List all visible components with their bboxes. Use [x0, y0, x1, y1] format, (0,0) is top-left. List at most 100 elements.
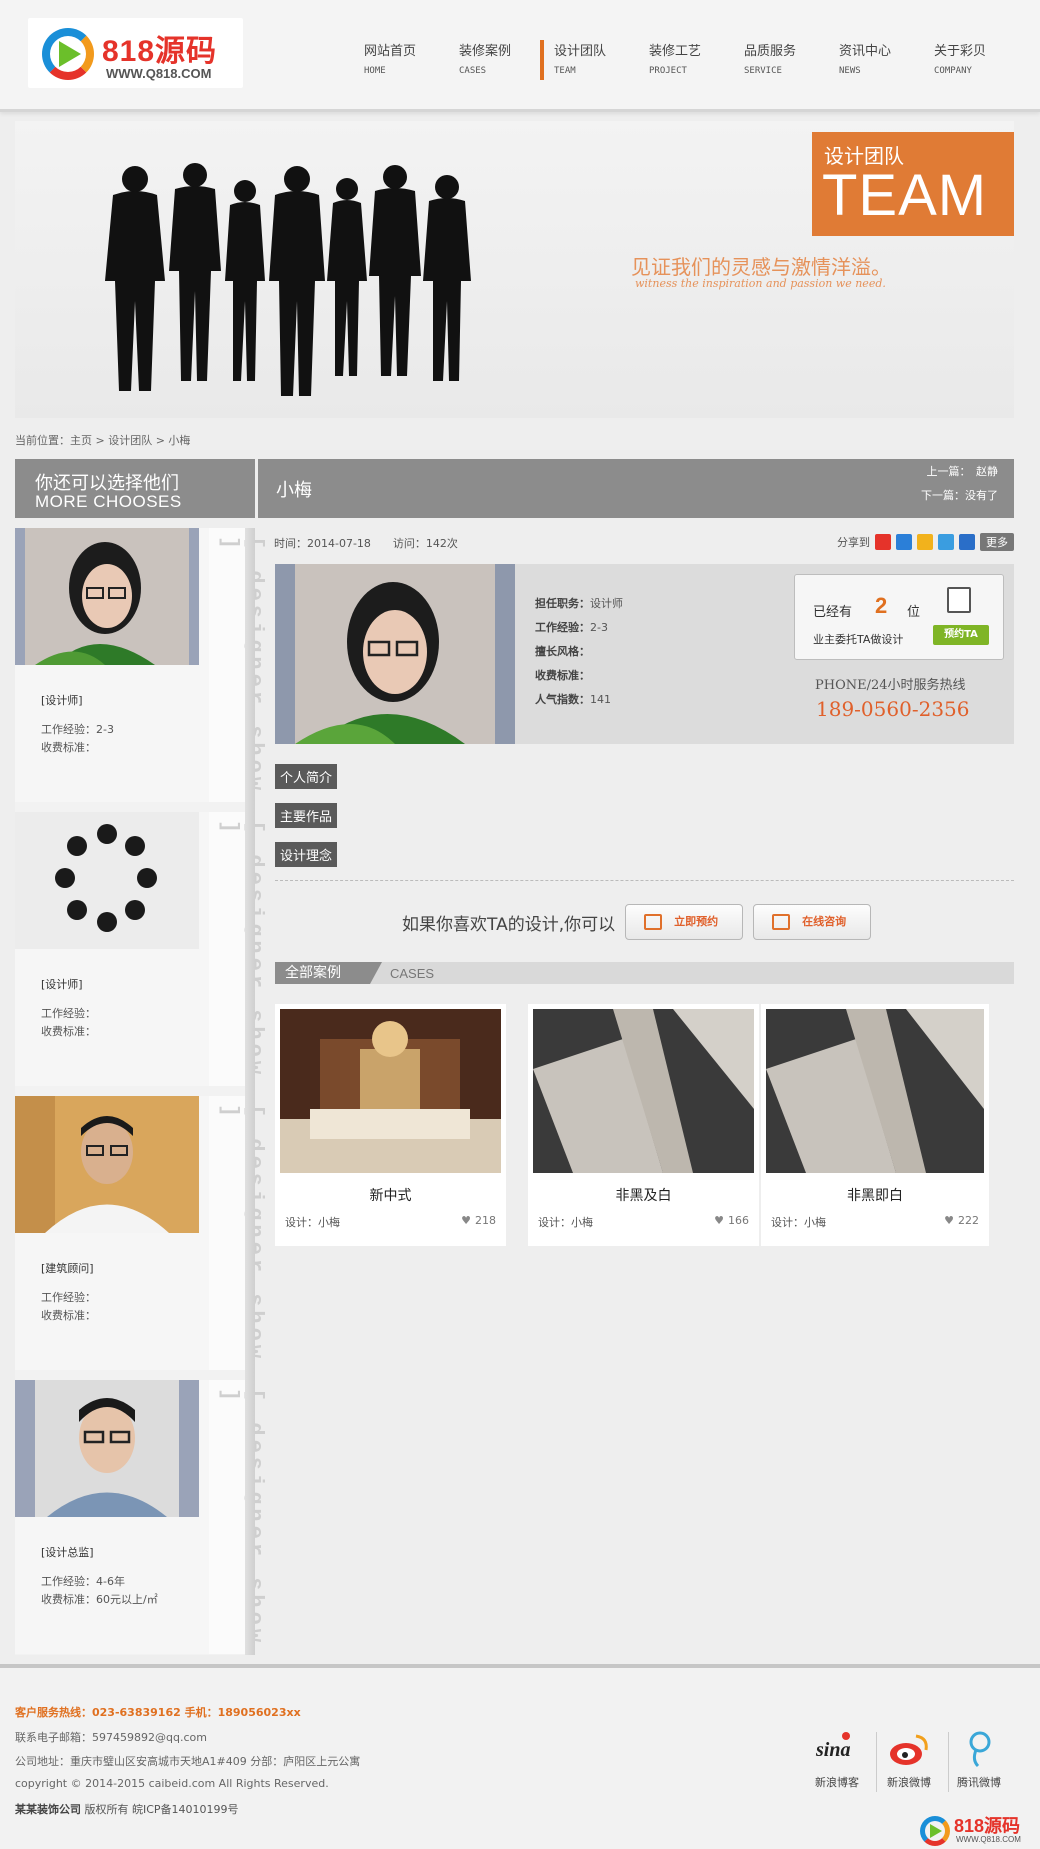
- case-title[interactable]: 非黑及白: [528, 1185, 759, 1205]
- cases-label: 全部案例: [275, 962, 382, 984]
- svg-text:sina: sina: [815, 1739, 850, 1761]
- sidebar-title-en: MORE CHOOSES: [35, 492, 182, 511]
- designer-list: [ designer show ] [设计师] 工作经验：2-3 收费标准： […: [15, 528, 267, 1655]
- designer-fee: 收费标准：: [41, 1025, 96, 1038]
- designer-show-label: [ designer show ]: [209, 1096, 267, 1370]
- case-likes[interactable]: ♥ 222: [944, 1214, 979, 1227]
- designer-role: [设计总监]: [41, 1546, 94, 1559]
- weibo-icon: [890, 1734, 928, 1765]
- tab-introduction[interactable]: 个人简介: [275, 764, 338, 789]
- case-card[interactable]: 新中式 设计：小梅 ♥ 218: [275, 1004, 506, 1246]
- nav-cases[interactable]: 装修案例 CASES: [455, 40, 550, 80]
- case-image[interactable]: [280, 1009, 501, 1173]
- case-designer: 设计：小梅: [285, 1216, 340, 1229]
- share-qq-icon[interactable]: [896, 534, 912, 550]
- designer-role: [建筑顾问]: [41, 1262, 94, 1275]
- case-likes[interactable]: ♥ 218: [461, 1214, 496, 1227]
- nav-company[interactable]: 关于彩贝 COMPANY: [930, 40, 1025, 80]
- share-weibo-icon[interactable]: [875, 534, 891, 550]
- footer-logo: 818源码 WWW.Q818.COM: [918, 1810, 1038, 1849]
- nav-project-en: PROJECT: [649, 66, 687, 76]
- case-card[interactable]: 非黑及白 设计：小梅 ♥ 166: [528, 1004, 759, 1246]
- footer-logo-url: WWW.Q818.COM: [956, 1835, 1021, 1844]
- heart-icon: ♥: [714, 1214, 724, 1227]
- site-footer: 客户服务热线：023-63839162 手机：189056023xx 联系电子邮…: [0, 1664, 1040, 1849]
- logo-play-icon: [59, 41, 81, 67]
- nav-home[interactable]: 网站首页 HOME: [360, 40, 455, 80]
- logo-text: 818源码: [102, 35, 218, 68]
- next-link[interactable]: 下一篇：没有了: [921, 487, 998, 503]
- designer-card[interactable]: [ designer show ] [设计师] 工作经验：2-3 收费标准：: [15, 528, 267, 802]
- tab-philosophy[interactable]: 设计理念: [275, 842, 338, 867]
- nav-home-label: 网站首页: [364, 44, 417, 59]
- sidebar-divider: [245, 528, 255, 1655]
- share-qzone-icon[interactable]: [917, 534, 933, 550]
- team-silhouettes-image: [105, 163, 471, 396]
- field-position: 担任职务：设计师: [535, 597, 623, 610]
- online-consult-button[interactable]: 在线咨询: [753, 904, 872, 940]
- nav-team-label: 设计团队: [554, 44, 607, 59]
- book-now-button[interactable]: 立即预约: [625, 904, 744, 940]
- heart-icon: ♥: [461, 1214, 471, 1227]
- designer-photo[interactable]: [15, 1096, 199, 1233]
- designer-main-photo: [275, 564, 515, 744]
- entrust-unit: 位: [907, 605, 921, 620]
- case-card[interactable]: 非黑即白 设计：小梅 ♥ 222: [761, 1004, 989, 1246]
- nav-cases-label: 装修案例: [459, 44, 512, 59]
- share-bar: 分享到 更多: [837, 533, 1014, 551]
- profile-tabs: 个人简介 主要作品 设计理念: [275, 764, 338, 881]
- designer-role: [设计师]: [41, 694, 83, 707]
- book-designer-button[interactable]: 预约TA: [933, 625, 989, 645]
- footer-company: 某某装饰公司: [15, 1803, 81, 1816]
- designer-profile: 担任职务：设计师 工作经验：2-3 擅长风格： 收费标准： 人气指数：141 已…: [275, 564, 1014, 744]
- designer-show-label: [ designer show ]: [209, 528, 267, 802]
- designer-experience: 工作经验：: [41, 1007, 96, 1020]
- designer-experience: 工作经验：2-3: [41, 723, 114, 736]
- designer-photo[interactable]: [15, 812, 199, 949]
- breadcrumb[interactable]: 当前位置：主页 > 设计团队 > 小梅: [15, 432, 190, 448]
- footer-email: 联系电子邮箱：597459892@qq.com: [15, 1731, 207, 1744]
- tab-works[interactable]: 主要作品: [275, 803, 338, 828]
- designer-card[interactable]: [ designer show ] [设计总监] 工作经验：4-6年 收费标准：…: [15, 1380, 267, 1654]
- designer-fee: 收费标准：: [41, 1309, 96, 1322]
- share-more-button[interactable]: 更多: [980, 533, 1014, 551]
- sina-weibo-link[interactable]: 新浪微博: [878, 1728, 940, 1790]
- nav-team[interactable]: 设计团队 TEAM: [540, 40, 645, 80]
- site-logo[interactable]: 818源码 WWW.Q818.COM: [28, 18, 243, 88]
- prev-link[interactable]: 上一篇： 赵静: [927, 463, 999, 479]
- nav-news-en: NEWS: [839, 66, 861, 76]
- field-experience: 工作经验：2-3: [535, 621, 608, 634]
- case-title[interactable]: 非黑即白: [761, 1185, 989, 1205]
- cta-text: 如果你喜欢TA的设计,你可以: [402, 914, 616, 935]
- designer-show-label: [ designer show ]: [209, 1380, 267, 1654]
- banner-slogan: 见证我们的灵感与激情洋溢。: [631, 255, 891, 279]
- footer-address: 公司地址：重庆市璧山区安高城市天地A1#409 分部：庐阳区上元公寓: [15, 1755, 361, 1768]
- nav-news-label: 资讯中心: [839, 44, 892, 59]
- designer-fields: 担任职务：设计师 工作经验：2-3 擅长风格： 收费标准： 人气指数：141: [535, 592, 623, 712]
- share-tencent-icon[interactable]: [938, 534, 954, 550]
- nav-home-en: HOME: [364, 66, 386, 76]
- footer-hotline: 客户服务热线：023-63839162 手机：189056023xx: [15, 1706, 301, 1719]
- share-renren-icon[interactable]: [959, 534, 975, 550]
- footer-logo-play-icon: [930, 1824, 942, 1838]
- sina-blog-link[interactable]: sina 新浪博客: [806, 1728, 868, 1790]
- case-image[interactable]: [766, 1009, 984, 1173]
- designer-photo[interactable]: [15, 528, 199, 665]
- designer-card[interactable]: [ designer show ] [设计师] 工作经验： 收费标准：: [15, 812, 267, 1086]
- main-nav: 网站首页 HOME 装修案例 CASES 设计团队 TEAM 装修工艺 PROJECT …: [360, 40, 1025, 80]
- designer-card[interactable]: [ designer show ] [建筑顾问] 工作经验： 收费标准：: [15, 1096, 267, 1370]
- designer-show-label: [ designer show ]: [209, 812, 267, 1086]
- designer-photo[interactable]: [15, 1380, 199, 1517]
- case-image[interactable]: [533, 1009, 754, 1173]
- nav-company-label: 关于彩贝: [934, 44, 987, 59]
- nav-project[interactable]: 装修工艺 PROJECT: [645, 40, 740, 80]
- nav-news[interactable]: 资讯中心 NEWS: [835, 40, 930, 80]
- sina-blog-icon: sina: [815, 1732, 850, 1761]
- designer-experience: 工作经验：: [41, 1291, 96, 1304]
- nav-service[interactable]: 品质服务 SERVICE: [740, 40, 835, 80]
- case-title[interactable]: 新中式: [275, 1185, 506, 1205]
- sidebar-header: 你还可以选择他们 MORE CHOOSES: [15, 459, 255, 518]
- hotline-number: 189-0560-2356: [816, 697, 970, 721]
- case-likes[interactable]: ♥ 166: [714, 1214, 749, 1227]
- tencent-weibo-link[interactable]: 腾讯微博: [948, 1728, 1010, 1790]
